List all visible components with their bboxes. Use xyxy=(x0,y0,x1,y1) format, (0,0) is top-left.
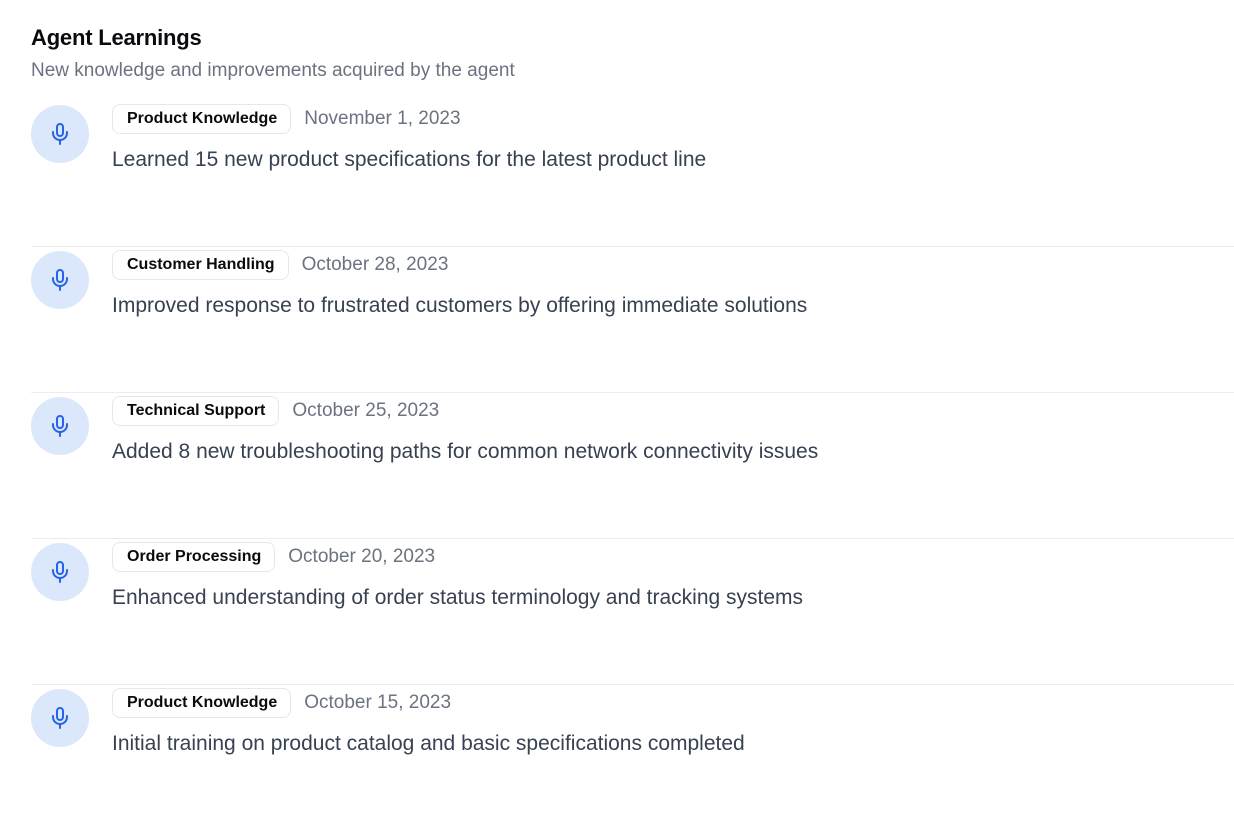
category-badge: Product Knowledge xyxy=(112,104,292,134)
item-date: October 25, 2023 xyxy=(292,400,440,421)
category-badge: Customer Handling xyxy=(112,250,289,280)
item-description: Learned 15 new product specifications fo… xyxy=(112,148,707,171)
microphone-icon xyxy=(31,543,89,601)
item-content: Product Knowledge October 15, 2023 Initi… xyxy=(112,688,745,757)
category-badge: Order Processing xyxy=(112,542,276,572)
microphone-icon xyxy=(31,397,89,455)
page-title: Agent Learnings xyxy=(31,25,202,50)
microphone-icon xyxy=(31,251,89,309)
item-description: Initial training on product catalog and … xyxy=(112,732,745,755)
item-content: Product Knowledge November 1, 2023 Learn… xyxy=(112,104,706,173)
item-date: October 15, 2023 xyxy=(304,692,452,713)
category-badge: Technical Support xyxy=(112,396,280,426)
list-item: Product Knowledge October 15, 2023 Initi… xyxy=(31,685,1234,831)
list-item: Technical Support October 25, 2023 Added… xyxy=(31,393,1234,539)
page-subtitle: New knowledge and improvements acquired … xyxy=(31,60,515,81)
learnings-list: Product Knowledge November 1, 2023 Learn… xyxy=(31,101,1234,831)
item-meta: Product Knowledge November 1, 2023 xyxy=(112,104,706,134)
microphone-icon xyxy=(31,105,89,163)
item-date: October 28, 2023 xyxy=(301,254,449,275)
item-description: Enhanced understanding of order status t… xyxy=(112,586,804,609)
item-content: Customer Handling October 28, 2023 Impro… xyxy=(112,250,807,319)
item-content: Order Processing October 20, 2023 Enhanc… xyxy=(112,542,803,611)
item-date: October 20, 2023 xyxy=(288,546,436,567)
item-description: Improved response to frustrated customer… xyxy=(112,294,808,317)
microphone-icon xyxy=(31,689,89,747)
item-meta: Order Processing October 20, 2023 xyxy=(112,542,803,572)
item-meta: Product Knowledge October 15, 2023 xyxy=(112,688,745,718)
list-item: Order Processing October 20, 2023 Enhanc… xyxy=(31,539,1234,685)
agent-learnings-panel: Agent Learnings New knowledge and improv… xyxy=(0,0,1234,808)
list-item: Product Knowledge November 1, 2023 Learn… xyxy=(31,101,1234,247)
item-description: Added 8 new troubleshooting paths for co… xyxy=(112,440,819,463)
list-item: Customer Handling October 28, 2023 Impro… xyxy=(31,247,1234,393)
category-badge: Product Knowledge xyxy=(112,688,292,718)
item-meta: Customer Handling October 28, 2023 xyxy=(112,250,807,280)
item-date: November 1, 2023 xyxy=(304,108,461,129)
item-content: Technical Support October 25, 2023 Added… xyxy=(112,396,818,465)
item-meta: Technical Support October 25, 2023 xyxy=(112,396,818,426)
